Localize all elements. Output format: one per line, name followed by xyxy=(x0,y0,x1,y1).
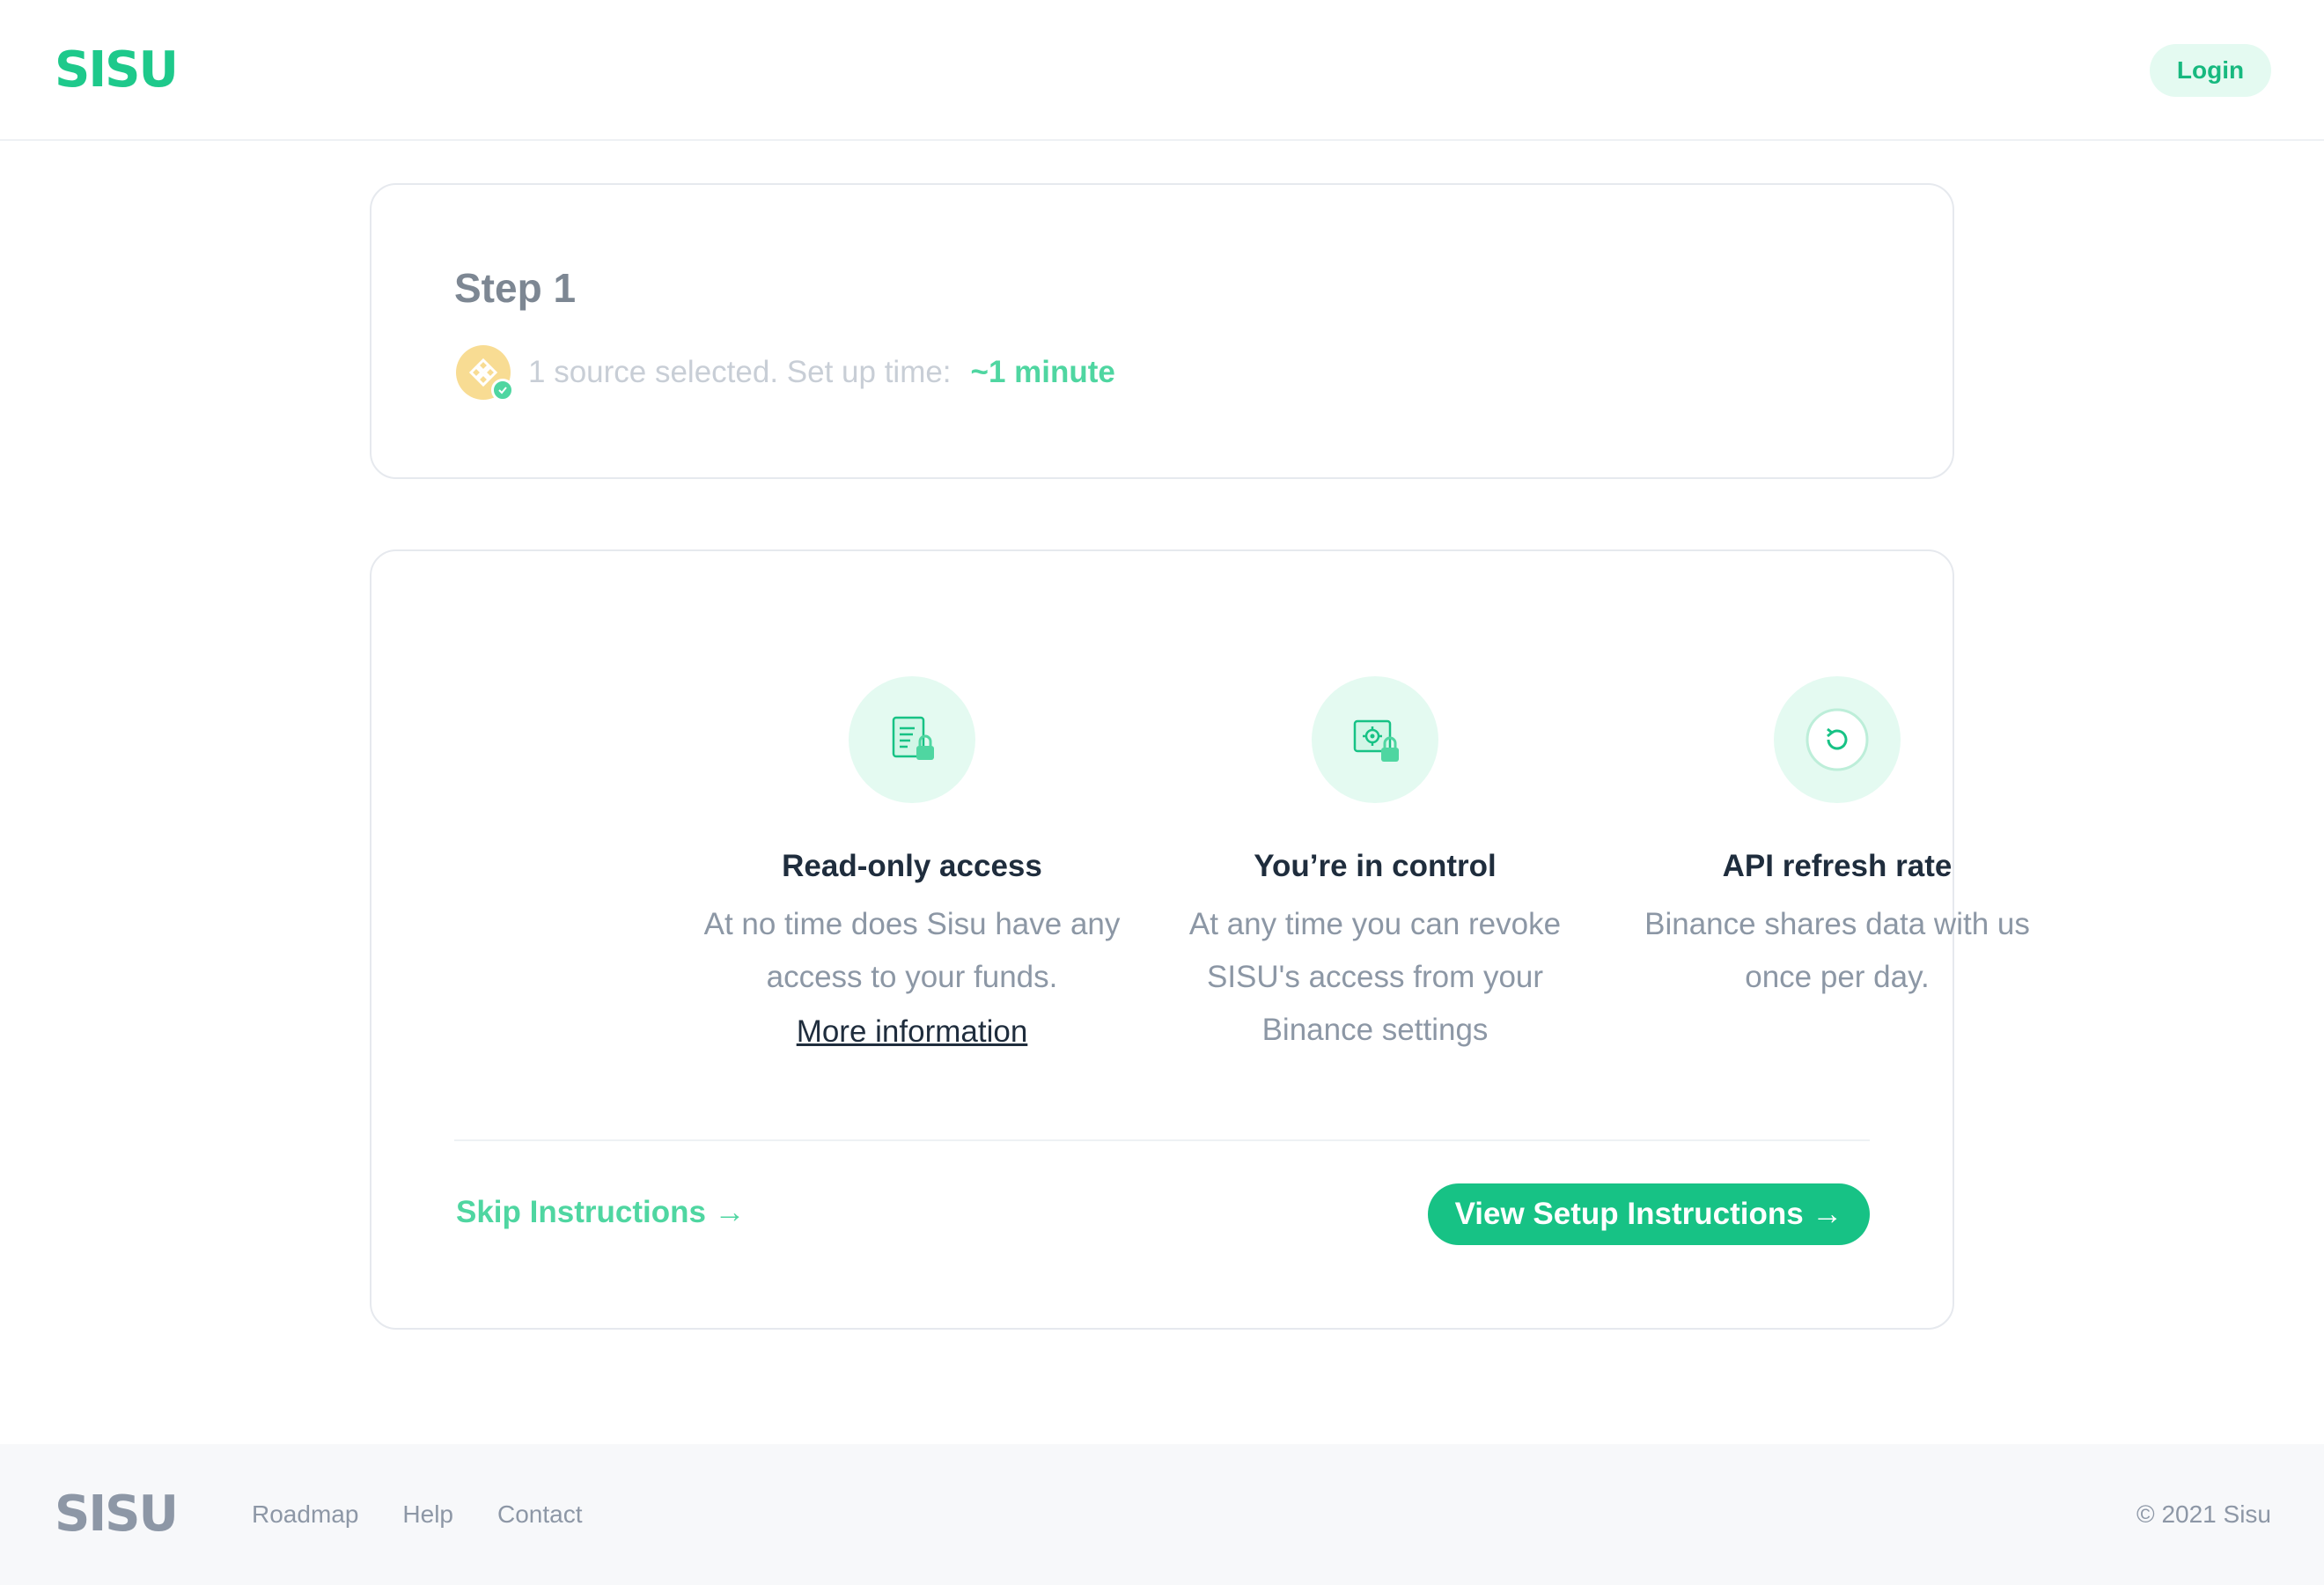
source-text: 1 source selected. Set up time: xyxy=(528,355,952,389)
feature-description: At no time does Sisu have any access to … xyxy=(703,907,1121,994)
footer-link-roadmap[interactable]: Roadmap xyxy=(252,1497,358,1532)
top-header: SISU Login xyxy=(0,0,2324,141)
feature-title: API refresh rate xyxy=(1722,849,1953,883)
feature-description: At any time you can revoke SISU's access… xyxy=(1188,907,1562,1047)
feature-title: Read-only access xyxy=(782,849,1042,883)
footer-links: Roadmap Help Contact xyxy=(252,1497,583,1532)
source-summary: 1 source selected. Set up time: ~1 minut… xyxy=(456,342,1115,403)
setup-time: ~1 minute xyxy=(970,355,1115,389)
feature-refresh-rate: API refresh rate Binance shares data wit… xyxy=(1626,676,2048,1004)
feature-description: Binance shares data with us once per day… xyxy=(1644,907,2030,994)
check-badge-icon xyxy=(491,379,514,402)
feature-read-only: Read-only access At no time does Sisu ha… xyxy=(701,676,1123,1058)
footer-logo[interactable]: SISU xyxy=(55,1488,179,1541)
sisu-logo[interactable]: SISU xyxy=(55,44,179,97)
more-information-link[interactable]: More information xyxy=(797,1006,1028,1058)
document-lock-icon xyxy=(849,676,975,803)
info-card: Read-only access At no time does Sisu ha… xyxy=(370,549,2030,1330)
feature-title: You’re in control xyxy=(1254,849,1497,883)
binance-coin-icon xyxy=(456,345,514,402)
copyright-text: © 2021 Sisu xyxy=(2136,1500,2271,1528)
footer-link-contact[interactable]: Contact xyxy=(497,1497,583,1532)
refresh-icon xyxy=(1774,676,1901,803)
step-card: Step 1 1 source selected. Set up time: ~… xyxy=(370,183,1954,479)
divider xyxy=(454,1139,1870,1141)
view-setup-instructions-button[interactable]: View Setup Instructions → xyxy=(1428,1183,1870,1245)
skip-instructions-link[interactable]: Skip Instructions → xyxy=(456,1191,746,1235)
login-button[interactable]: Login xyxy=(2150,44,2271,97)
settings-lock-icon xyxy=(1312,676,1438,803)
feature-control: You’re in control At any time you can re… xyxy=(1164,676,1586,1057)
step-title: Step 1 xyxy=(454,265,577,311)
footer: SISU Roadmap Help Contact © 2021 Sisu xyxy=(0,1444,2324,1585)
footer-link-help[interactable]: Help xyxy=(402,1497,453,1532)
